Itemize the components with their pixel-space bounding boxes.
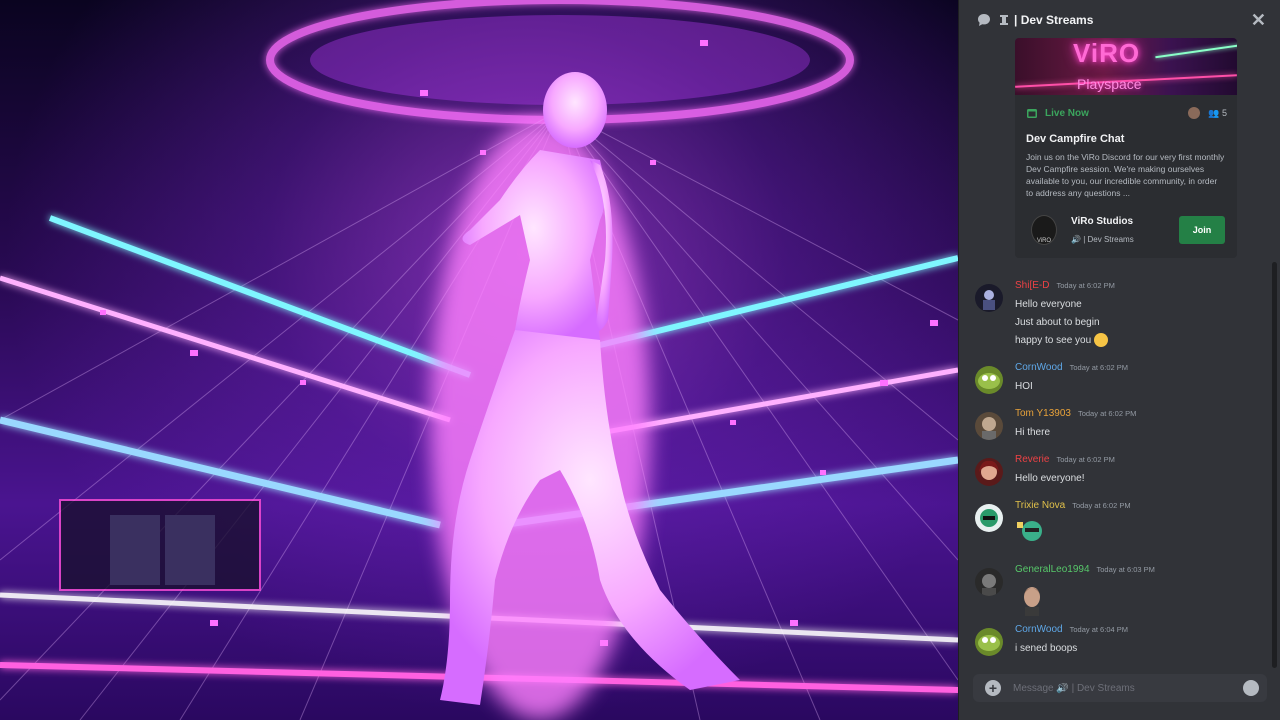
stream-scene — [0, 0, 958, 720]
studio-channel-label: | Dev Streams — [1083, 235, 1134, 244]
event-banner-image: ViRO Playspace — [1015, 38, 1237, 95]
message-text: happy to see you — [1015, 335, 1092, 346]
message-timestamp: Today at 6:02 PM — [1069, 363, 1128, 372]
studio-info: ViRo Studios 🔊 | Dev Streams — [1071, 216, 1179, 244]
studio-logo-text: ViRO — [1036, 238, 1052, 244]
message-text: i sened boops — [1015, 643, 1078, 654]
avatar[interactable] — [975, 458, 1003, 486]
avatar[interactable] — [975, 504, 1003, 532]
panel-header: | Dev Streams ✕ — [959, 0, 1280, 40]
sticker-image[interactable] — [1015, 518, 1045, 544]
sticker-image[interactable] — [1015, 582, 1045, 616]
studio-channel: 🔊 | Dev Streams — [1071, 235, 1134, 244]
message-text: Hello everyone — [1015, 299, 1082, 310]
banner-sub-text: Playspace — [1077, 76, 1142, 92]
event-description: Join us on the ViRo Discord for our very… — [1026, 152, 1225, 198]
message-text: Hello everyone! — [1015, 473, 1085, 484]
close-icon[interactable]: ✕ — [1251, 11, 1266, 29]
event-status-row: Live Now 👥 5 — [1015, 95, 1237, 119]
avatar[interactable] — [975, 628, 1003, 656]
avatar[interactable] — [975, 284, 1003, 312]
message-author[interactable]: GeneralLeo1994 — [1015, 564, 1090, 575]
interested-count-value: 5 — [1221, 107, 1227, 118]
event-footer: ViRO ViRo Studios 🔊 | Dev Streams Join — [1015, 210, 1237, 250]
message-timestamp: Today at 6:03 PM — [1096, 565, 1155, 574]
scrollbar[interactable] — [1272, 262, 1277, 668]
message-timestamp: Today at 6:02 PM — [1077, 409, 1137, 418]
calendar-icon — [1027, 109, 1037, 118]
avatar[interactable] — [975, 412, 1003, 440]
speaker-icon — [1000, 15, 1008, 25]
event-title: Dev Campfire Chat — [1026, 133, 1125, 145]
message-text: HOI — [1015, 381, 1033, 392]
thread-panel: | Dev Streams ✕ ViRO Playspace Live Now … — [958, 0, 1280, 720]
live-status: Live Now — [1045, 107, 1089, 119]
laughing-emoji-icon — [1093, 333, 1108, 348]
message-timestamp: Today at 6:04 PM — [1069, 625, 1128, 634]
chat-bubble-icon — [978, 14, 990, 26]
message-text: Just about to begin — [1015, 317, 1100, 328]
message-text: Hi there — [1015, 427, 1051, 438]
message-author[interactable]: Shi[E-D — [1015, 280, 1049, 291]
message-timestamp: Today at 6:02 PM — [1056, 455, 1115, 464]
studio-logo: ViRO — [1031, 215, 1057, 245]
host-mini-avatar — [1188, 107, 1201, 119]
avatar[interactable] — [975, 568, 1003, 596]
event-card[interactable]: ViRO Playspace Live Now 👥 5 Dev Campfire… — [1015, 38, 1237, 258]
message-author[interactable]: CornWood — [1015, 624, 1063, 635]
message-timestamp: Today at 6:02 PM — [1056, 281, 1115, 290]
interested-count: 👥 5 — [1208, 107, 1227, 118]
message-input[interactable] — [1013, 682, 1243, 694]
message-author[interactable]: Reverie — [1015, 454, 1049, 465]
message-author[interactable]: CornWood — [1015, 362, 1063, 373]
banner-stripe — [1155, 43, 1237, 59]
avatar[interactable] — [975, 366, 1003, 394]
join-button[interactable]: Join — [1179, 216, 1225, 244]
message-author[interactable]: Trixie Nova — [1015, 500, 1065, 511]
message-text-row: happy to see you — [1015, 332, 1265, 350]
message-composer: + — [973, 674, 1267, 702]
banner-logo-text: ViRO — [1073, 38, 1141, 68]
add-attachment-icon[interactable]: + — [985, 680, 1001, 696]
panel-title: | Dev Streams — [1014, 13, 1094, 27]
message-timestamp: Today at 6:02 PM — [1072, 501, 1131, 510]
studio-name: ViRo Studios — [1071, 216, 1134, 227]
message-author[interactable]: Tom Y13903 — [1015, 408, 1071, 419]
stream-video[interactable] — [0, 0, 958, 720]
emoji-picker-icon[interactable] — [1243, 680, 1259, 696]
